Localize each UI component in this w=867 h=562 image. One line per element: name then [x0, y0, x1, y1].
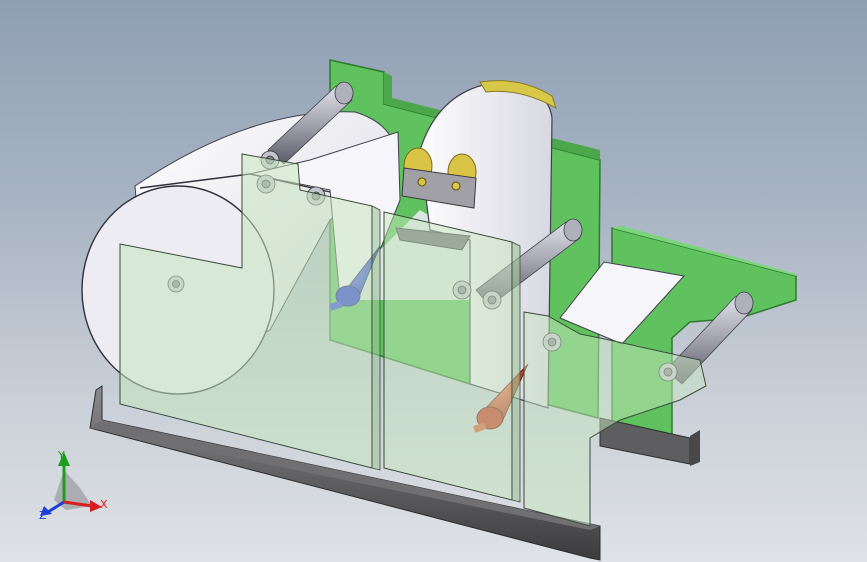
z-axis-label: Z [39, 509, 47, 522]
machine-model[interactable]: Y X Z [0, 0, 867, 562]
z-axis-line [47, 500, 65, 514]
x-axis-label: X [100, 498, 108, 511]
axis-triad: Y X Z [39, 449, 108, 522]
glass-panel-right [523, 311, 707, 527]
y-axis-label: Y [57, 449, 65, 462]
cad-viewport[interactable]: Y X Z [0, 0, 867, 562]
glass-panel-middle [383, 211, 521, 503]
